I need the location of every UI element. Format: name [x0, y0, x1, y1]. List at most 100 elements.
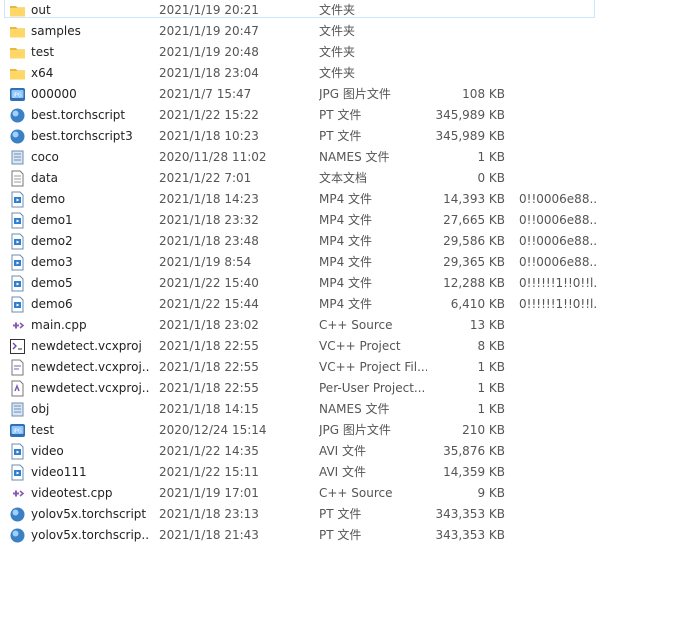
file-extra-column: [519, 504, 597, 525]
file-extra-column: 0!!!!!!1!!0!!l...: [519, 276, 597, 290]
file-row[interactable]: obj 2021/1/18 14:15 NAMES 文件 1 KB: [0, 399, 673, 420]
file-type: JPG 图片文件: [319, 423, 391, 437]
file-name: samples: [31, 24, 81, 38]
file-row[interactable]: JPG 000000 2021/1/7 15:47 JPG 图片文件 108 KB: [0, 84, 673, 105]
file-row[interactable]: best.torchscript3 2021/1/18 10:23 PT 文件 345…: [0, 126, 673, 147]
file-row[interactable]: data 2021/1/22 7:01 文本文档 0 KB: [0, 168, 673, 189]
file-size: 108 KB: [462, 87, 505, 101]
file-date-modified: 2021/1/7 15:47: [159, 87, 252, 101]
file-size: [420, 42, 505, 63]
file-type: NAMES 文件: [319, 150, 390, 164]
file-extra-column: 0!!!!!!1!!0!!l...: [519, 297, 597, 311]
file-name: data: [31, 171, 59, 185]
pt-file-icon: [9, 107, 26, 124]
file-name: demo: [31, 192, 66, 206]
folder-icon: [9, 65, 26, 82]
file-extra-column: [519, 147, 597, 168]
file-extra-column: [519, 126, 597, 147]
file-extra-column: [519, 399, 597, 420]
file-type: AVI 文件: [319, 444, 367, 458]
file-row[interactable]: best.torchscript 2021/1/22 15:22 PT 文件 345,…: [0, 105, 673, 126]
file-row[interactable]: newdetect.vcxproj... 2021/1/18 22:55 Per-U…: [0, 378, 673, 399]
file-type: 文件夹: [319, 24, 356, 38]
file-size: 1 KB: [477, 360, 505, 374]
file-size: 14,393 KB: [443, 192, 505, 206]
file-size: 8 KB: [477, 339, 505, 353]
file-name: video: [31, 444, 64, 458]
file-row[interactable]: JPG test 2020/12/24 15:14 JPG 图片文件 210 KB: [0, 420, 673, 441]
file-size: 14,359 KB: [443, 465, 505, 479]
file-size: 345,989 KB: [435, 108, 505, 122]
file-row[interactable]: yolov5x.torchscript 2021/1/18 23:13 PT 文件 3…: [0, 504, 673, 525]
file-date-modified: 2020/11/28 11:02: [159, 150, 267, 164]
file-type: 文件夹: [319, 3, 356, 17]
file-type: C++ Source: [319, 318, 393, 332]
file-name: newdetect.vcxproj: [31, 339, 142, 353]
file-row[interactable]: samples 2021/1/19 20:47 文件夹: [0, 21, 673, 42]
folder-icon: [9, 23, 26, 40]
file-row[interactable]: out 2021/1/19 20:21 文件夹: [0, 0, 673, 21]
file-extra-column: [519, 168, 597, 189]
svg-text:JPG: JPG: [12, 429, 21, 435]
file-extra-column: [519, 441, 597, 462]
file-row[interactable]: demo3 2021/1/19 8:54 MP4 文件 29,365 KB 0!!000…: [0, 252, 673, 273]
file-type: Per-User Project...: [319, 381, 426, 395]
file-row[interactable]: demo2 2021/1/18 23:48 MP4 文件 29,586 KB 0!!00…: [0, 231, 673, 252]
file-type: VC++ Project: [319, 339, 401, 353]
file-extra-column: [519, 378, 597, 399]
file-row[interactable]: videotest.cpp 2021/1/19 17:01 C++ Source 9 …: [0, 483, 673, 504]
file-size: [420, 21, 505, 42]
file-size: 29,365 KB: [443, 255, 505, 269]
file-name: demo3: [31, 255, 73, 269]
file-row[interactable]: newdetect.vcxproj... 2021/1/18 22:55 VC++ …: [0, 357, 673, 378]
file-name: demo5: [31, 276, 73, 290]
file-size: 12,288 KB: [443, 276, 505, 290]
file-date-modified: 2021/1/18 23:32: [159, 213, 259, 227]
file-type: MP4 文件: [319, 234, 373, 248]
file-type: PT 文件: [319, 129, 362, 143]
file-row[interactable]: demo6 2021/1/22 15:44 MP4 文件 6,410 KB 0!!!!!…: [0, 294, 673, 315]
file-extra-column: 0!!0006e88...: [519, 255, 597, 269]
file-name: newdetect.vcxproj...: [31, 360, 149, 374]
file-row[interactable]: demo1 2021/1/18 23:32 MP4 文件 27,665 KB 0!!00…: [0, 210, 673, 231]
cpp-file-icon: [9, 485, 26, 502]
pt-file-icon: [9, 128, 26, 145]
file-row[interactable]: yolov5x.torchscrip... 2021/1/18 21:43 PT 文…: [0, 525, 673, 546]
file-type: 文件夹: [319, 45, 356, 59]
pt-file-icon: [9, 527, 26, 544]
file-date-modified: 2021/1/18 10:23: [159, 129, 259, 143]
file-row[interactable]: newdetect.vcxproj 2021/1/18 22:55 VC++ Pro…: [0, 336, 673, 357]
file-date-modified: 2021/1/18 23:13: [159, 507, 259, 521]
file-name: obj: [31, 402, 50, 416]
jpg-file-icon: JPG: [9, 422, 26, 439]
file-row[interactable]: demo 2021/1/18 14:23 MP4 文件 14,393 KB 0!!000…: [0, 189, 673, 210]
file-type: PT 文件: [319, 507, 362, 521]
folder-icon: [9, 2, 26, 19]
video-file-icon: [9, 275, 26, 292]
file-size: 27,665 KB: [443, 213, 505, 227]
file-extra-column: 0!!0006e88...: [519, 213, 597, 227]
file-size: 13 KB: [469, 318, 505, 332]
file-extra-column: [519, 525, 597, 546]
file-row[interactable]: test 2021/1/19 20:48 文件夹: [0, 42, 673, 63]
file-name: yolov5x.torchscript: [31, 507, 147, 521]
file-name: coco: [31, 150, 59, 164]
file-type: JPG 图片文件: [319, 87, 391, 101]
file-name: 000000: [31, 87, 77, 101]
file-row[interactable]: main.cpp 2021/1/18 23:02 C++ Source 13 KB: [0, 315, 673, 336]
text-file-icon: [9, 170, 26, 187]
file-size: 345,989 KB: [435, 129, 505, 143]
file-row[interactable]: video 2021/1/22 14:35 AVI 文件 35,876 KB: [0, 441, 673, 462]
names-file-icon: [9, 149, 26, 166]
file-size: 210 KB: [462, 423, 505, 437]
vcxproj-file-icon: [9, 338, 26, 355]
file-date-modified: 2021/1/19 8:54: [159, 255, 252, 269]
file-row[interactable]: coco 2020/11/28 11:02 NAMES 文件 1 KB: [0, 147, 673, 168]
file-name: yolov5x.torchscrip...: [31, 528, 149, 542]
file-row[interactable]: demo5 2021/1/22 15:40 MP4 文件 12,288 KB 0!!!!…: [0, 273, 673, 294]
file-size: 343,353 KB: [435, 507, 505, 521]
file-type: MP4 文件: [319, 276, 373, 290]
file-row[interactable]: x64 2021/1/18 23:04 文件夹: [0, 63, 673, 84]
file-date-modified: 2021/1/22 15:40: [159, 276, 259, 290]
file-row[interactable]: video111 2021/1/22 15:11 AVI 文件 14,359 KB: [0, 462, 673, 483]
